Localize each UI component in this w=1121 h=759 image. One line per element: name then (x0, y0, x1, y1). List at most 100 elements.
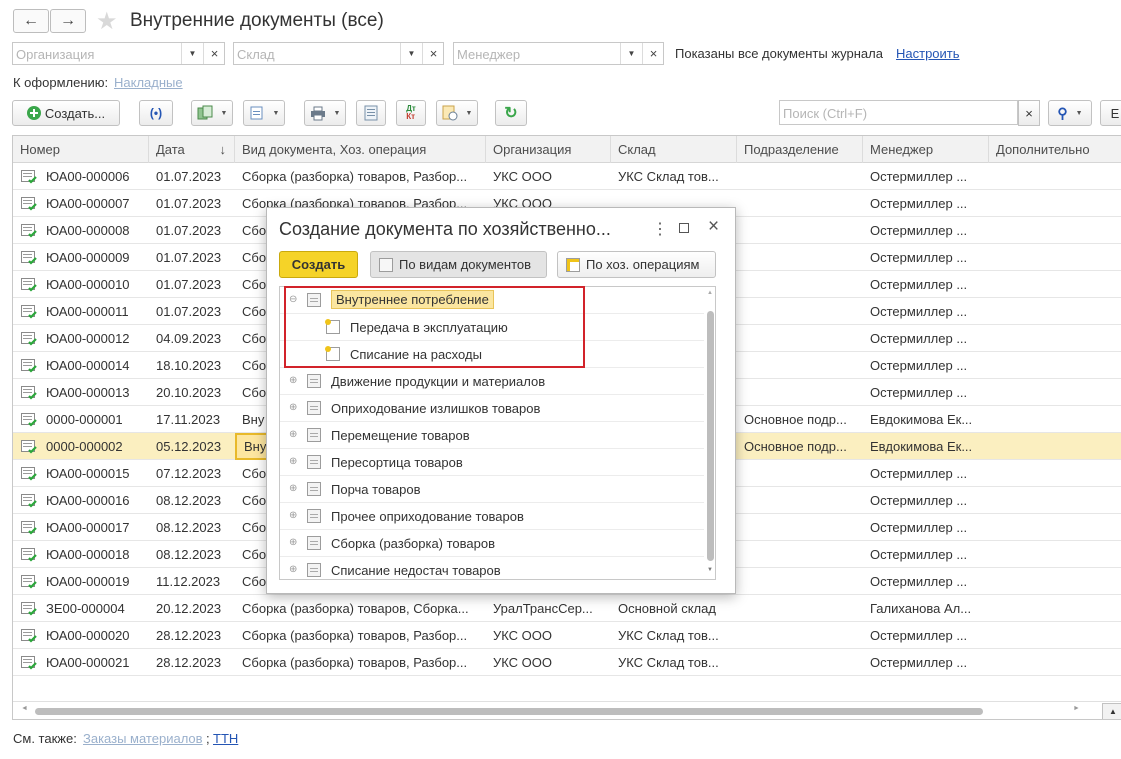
tree-item[interactable]: ⊕ Сборка (разборка) товаров (280, 530, 704, 557)
by-doc-types-toggle[interactable]: По видам документов (370, 251, 547, 278)
scrollbar-thumb[interactable] (35, 708, 983, 715)
column-header-date[interactable]: Дата ↓ (149, 136, 235, 163)
report-button[interactable] (356, 100, 386, 126)
column-header-warehouse[interactable]: Склад (611, 136, 737, 163)
cell-date: 01.07.2023 (156, 250, 222, 265)
scroll-top-button[interactable]: ▲ (1102, 703, 1121, 719)
scroll-up-icon[interactable]: ▲ (707, 290, 713, 296)
clear-icon[interactable]: × (203, 43, 225, 64)
expand-icon[interactable]: ⊕ (289, 402, 297, 413)
scroll-right-icon[interactable]: ► (1073, 705, 1080, 712)
chevron-down-icon[interactable]: ▼ (181, 43, 203, 64)
clear-icon[interactable]: × (422, 43, 444, 64)
posted-document-icon (21, 278, 37, 292)
clear-icon[interactable]: × (642, 43, 664, 64)
back-button[interactable]: ← (13, 9, 49, 33)
favorite-star-icon[interactable]: ★ (96, 7, 118, 36)
by-operations-toggle[interactable]: По хоз. операциям (557, 251, 716, 278)
cell-organization: УКС ООО (493, 628, 553, 643)
debit-credit-button[interactable]: Дт Кт (396, 100, 426, 126)
close-icon[interactable]: × (708, 216, 719, 238)
scroll-left-icon[interactable]: ◄ (21, 705, 28, 712)
create-based-button[interactable]: ▼ (191, 100, 233, 126)
organization-filter[interactable]: Организация ▼ × (12, 42, 225, 65)
expand-icon[interactable]: ⊕ (289, 564, 297, 575)
cell-number: ЮА00-000010 (46, 277, 130, 292)
manager-filter[interactable]: Менеджер ▼ × (453, 42, 664, 65)
expand-icon[interactable]: ⊕ (289, 510, 297, 521)
create-button[interactable]: Создать... (12, 100, 120, 126)
expand-icon[interactable]: ⊕ (289, 429, 297, 440)
tree-scrollbar[interactable]: ▲ ▼ (705, 287, 715, 579)
cell-department (737, 460, 857, 487)
chevron-down-icon[interactable]: ▼ (400, 43, 422, 64)
horizontal-scrollbar[interactable]: ◄ ► ▲ (13, 701, 1121, 719)
chevron-down-icon[interactable]: ▼ (620, 43, 642, 64)
tree-item[interactable]: ⊕ Списание недостач товаров (280, 557, 704, 579)
tree-item[interactable]: ⊕ Порча товаров (280, 476, 704, 503)
column-header-number[interactable]: Номер (13, 136, 149, 163)
arrow-left-icon: ← (23, 12, 39, 29)
posted-document-icon (21, 359, 37, 373)
posted-document-icon (21, 197, 37, 211)
search-button[interactable]: ⚲ ▼ (1048, 100, 1092, 126)
cell-number: ЮА00-000014 (46, 358, 130, 373)
posted-document-icon (21, 413, 37, 427)
forward-button[interactable]: → (50, 9, 86, 33)
tree-item[interactable]: ⊕ Прочее оприходование товаров (280, 503, 704, 530)
clear-search-button[interactable]: × (1018, 100, 1040, 126)
materials-orders-link[interactable]: Заказы материалов (83, 731, 203, 746)
more-vertical-icon[interactable]: ⋮ (652, 219, 668, 239)
configure-link[interactable]: Настроить (896, 46, 960, 61)
column-header-additional[interactable]: Дополнительно (989, 136, 1121, 163)
column-header-organization[interactable]: Организация (486, 136, 611, 163)
print-button[interactable]: ▼ (304, 100, 346, 126)
warehouse-filter[interactable]: Склад ▼ × (233, 42, 444, 65)
more-actions-button[interactable]: Е (1100, 100, 1121, 126)
chevron-down-icon: ▼ (465, 109, 473, 117)
expand-icon[interactable]: ⊕ (289, 483, 297, 494)
cell-warehouse: УКС Склад тов... (618, 628, 719, 643)
cell-manager: Остермиллер ... (870, 574, 968, 589)
tree-item[interactable]: ⊕ Пересортица товаров (280, 449, 704, 476)
scroll-down-icon[interactable]: ▼ (707, 567, 713, 573)
table-row[interactable]: ЗЕ00-000004 20.12.2023 Сборка (разборка) т… (13, 595, 1121, 622)
folder-icon (307, 374, 321, 388)
structure-button[interactable]: ▼ (243, 100, 285, 126)
posted-document-icon (21, 440, 37, 454)
cell-number: ЮА00-000019 (46, 574, 130, 589)
cell-number: ЮА00-000015 (46, 466, 130, 481)
cell-organization: УКС ООО (493, 169, 553, 184)
cell-department (737, 163, 857, 190)
column-header-kind[interactable]: Вид документа, Хоз. операция (235, 136, 486, 163)
ttn-link[interactable]: ТТН (213, 731, 238, 746)
cell-date: 07.12.2023 (156, 466, 222, 481)
expand-icon[interactable]: ⊕ (289, 375, 297, 386)
tree-item[interactable]: ⊕ Движение продукции и материалов (280, 368, 704, 395)
tree-scrollbar-thumb[interactable] (707, 311, 714, 561)
posted-document-icon (21, 467, 37, 481)
tree-item[interactable]: ⊕ Перемещение товаров (280, 422, 704, 449)
refresh-button[interactable]: ↻ (495, 100, 527, 126)
column-header-manager[interactable]: Менеджер (863, 136, 989, 163)
tree-item[interactable]: ⊕ Оприходование излишков товаров (280, 395, 704, 422)
more-button[interactable]: ▼ (436, 100, 478, 126)
table-row[interactable]: ЮА00-000021 28.12.2023 Сборка (разборка) т… (13, 649, 1121, 676)
search-input[interactable]: Поиск (Ctrl+F) (779, 100, 1018, 125)
column-header-department[interactable]: Подразделение (737, 136, 863, 163)
table-row[interactable]: ЮА00-000020 28.12.2023 Сборка (разборка) т… (13, 622, 1121, 649)
folder-icon (307, 428, 321, 442)
cell-date: 17.11.2023 (156, 412, 221, 427)
expand-icon[interactable]: ⊕ (289, 537, 297, 548)
dialog-create-button[interactable]: Создать (279, 251, 358, 278)
maximize-icon[interactable] (679, 223, 689, 233)
cell-number: 0000-000002 (46, 439, 123, 454)
posted-document-icon (21, 224, 37, 238)
posted-document-icon (21, 656, 37, 670)
tree-item-label: Порча товаров (331, 482, 421, 497)
expand-icon[interactable]: ⊕ (289, 456, 297, 467)
table-row[interactable]: ЮА00-000006 01.07.2023 Сборка (разборка) т… (13, 163, 1121, 190)
broadcast-button[interactable]: (•) (139, 100, 173, 126)
broadcast-icon: (•) (149, 106, 163, 120)
invoices-link[interactable]: Накладные (114, 75, 183, 90)
